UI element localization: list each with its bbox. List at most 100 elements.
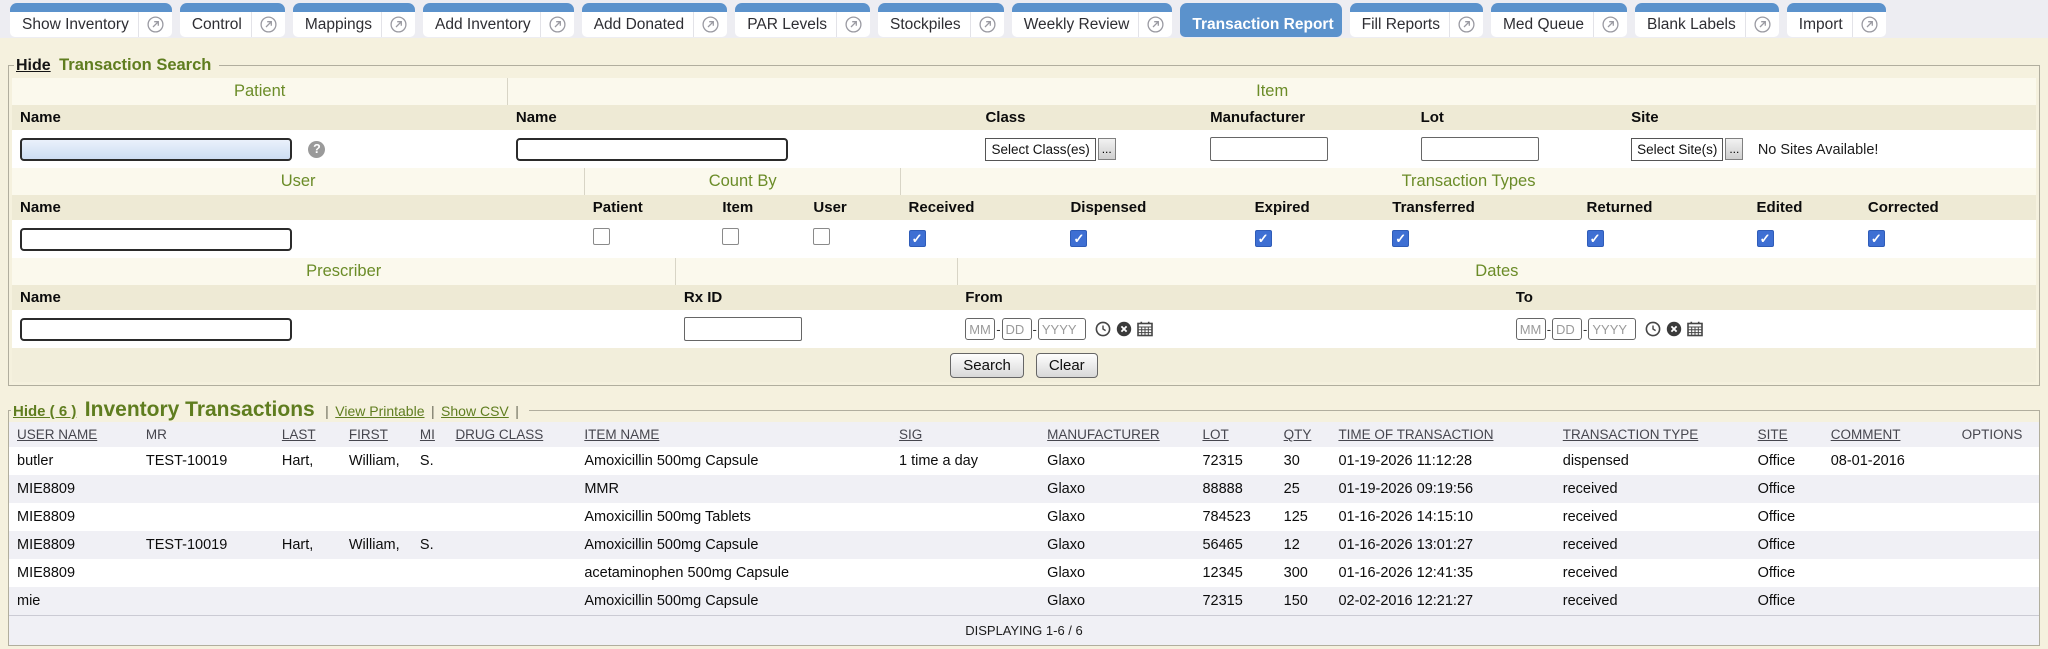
cell-time-of-transaction: 01-16-2026 13:01:27: [1330, 531, 1554, 559]
manufacturer-input[interactable]: [1210, 137, 1328, 161]
column-header[interactable]: FIRST: [349, 427, 388, 442]
external-link-icon[interactable]: [970, 12, 996, 37]
select-sites-button[interactable]: Select Site(s): [1631, 138, 1723, 161]
cell-manufacturer: Glaxo: [1039, 559, 1194, 587]
transaction-type-checkbox[interactable]: [1392, 230, 1409, 247]
tab[interactable]: Add Inventory: [423, 3, 574, 37]
table-row[interactable]: butler TEST-10019 Hart, William, S. Amox…: [9, 447, 2039, 475]
column-header[interactable]: MANUFACTURER: [1047, 427, 1160, 442]
transaction-type-checkbox[interactable]: [1868, 230, 1885, 247]
cell-transaction-type: received: [1555, 531, 1750, 559]
tab[interactable]: Import: [1787, 3, 1886, 37]
transaction-type-checkbox[interactable]: [1587, 230, 1604, 247]
from-time-clock-icon[interactable]: [1095, 321, 1111, 337]
external-link-icon[interactable]: [1745, 12, 1771, 37]
column-header[interactable]: MI: [420, 427, 435, 442]
column-header[interactable]: MR: [146, 427, 167, 442]
table-row[interactable]: MIE8809 acetaminophen 500mg Capsule Glax…: [9, 559, 2039, 587]
external-link-icon[interactable]: [1593, 12, 1619, 37]
external-link-icon[interactable]: [540, 12, 566, 37]
to-clear-date-icon[interactable]: [1666, 321, 1682, 337]
tab[interactable]: Mappings: [293, 3, 415, 37]
from-month-input[interactable]: [965, 318, 995, 340]
help-icon[interactable]: [308, 141, 325, 158]
view-printable-link[interactable]: View Printable: [335, 403, 424, 419]
table-row[interactable]: MIE8809 MMR Glaxo 88888 25 01-19-2026 09…: [9, 475, 2039, 503]
hide-search-link[interactable]: Hide: [16, 57, 51, 74]
tab[interactable]: Blank Labels: [1635, 3, 1779, 37]
transaction-type-option-label: Received: [901, 195, 1063, 220]
tab[interactable]: Fill Reports: [1350, 3, 1483, 37]
site-picker-ellipsis-button[interactable]: ...: [1725, 138, 1743, 160]
transaction-type-checkbox[interactable]: [1757, 230, 1774, 247]
tab-top-accent: [1787, 3, 1886, 12]
cell-last: Hart,: [274, 447, 341, 475]
external-link-icon[interactable]: [138, 12, 164, 37]
to-calendar-icon[interactable]: [1687, 321, 1703, 337]
to-time-clock-icon[interactable]: [1645, 321, 1661, 337]
rx-id-input[interactable]: [684, 317, 802, 341]
count-by-checkbox[interactable]: [593, 228, 610, 245]
cell-transaction-type: received: [1555, 475, 1750, 503]
column-header[interactable]: TRANSACTION TYPE: [1563, 427, 1699, 442]
select-classes-button[interactable]: Select Class(es): [985, 138, 1095, 161]
table-row[interactable]: mie Amoxicillin 500mg Capsule Glaxo 7231…: [9, 587, 2039, 615]
cell-drug-class: [447, 559, 576, 587]
column-header[interactable]: OPTIONS: [1962, 427, 2023, 442]
column-header[interactable]: SITE: [1758, 427, 1788, 442]
tab[interactable]: Control: [180, 3, 285, 37]
tab[interactable]: Show Inventory: [10, 3, 172, 37]
column-header[interactable]: QTY: [1284, 427, 1312, 442]
external-link-icon[interactable]: [1138, 12, 1164, 37]
lot-input[interactable]: [1421, 137, 1539, 161]
tab[interactable]: Med Queue: [1491, 3, 1627, 37]
prescriber-name-input[interactable]: [20, 318, 292, 341]
cell-item-name: Amoxicillin 500mg Tablets: [576, 503, 891, 531]
to-month-input[interactable]: [1516, 318, 1546, 340]
from-calendar-icon[interactable]: [1137, 321, 1153, 337]
cell-qty: 150: [1276, 587, 1331, 615]
item-name-label: Name: [508, 105, 978, 130]
item-name-input[interactable]: [516, 138, 788, 161]
tab[interactable]: Transaction Report: [1180, 3, 1341, 37]
transaction-type-checkbox[interactable]: [1255, 230, 1272, 247]
external-link-icon[interactable]: [693, 12, 719, 37]
date-separator: [1547, 322, 1551, 337]
count-by-checkbox[interactable]: [722, 228, 739, 245]
to-year-input[interactable]: [1588, 318, 1636, 340]
search-button[interactable]: Search: [950, 353, 1024, 378]
tab[interactable]: Add Donated: [582, 3, 728, 37]
tab[interactable]: PAR Levels: [735, 3, 870, 37]
show-csv-link[interactable]: Show CSV: [441, 403, 509, 419]
user-name-input[interactable]: [20, 228, 292, 251]
column-header[interactable]: USER NAME: [17, 427, 97, 442]
from-clear-date-icon[interactable]: [1116, 321, 1132, 337]
external-link-icon[interactable]: [836, 12, 862, 37]
clear-button[interactable]: Clear: [1036, 353, 1098, 378]
column-header[interactable]: ITEM NAME: [584, 427, 659, 442]
to-day-input[interactable]: [1552, 318, 1582, 340]
external-link-icon[interactable]: [251, 12, 277, 37]
transaction-type-checkbox[interactable]: [1070, 230, 1087, 247]
cell-first: [341, 475, 412, 503]
column-header[interactable]: TIME OF TRANSACTION: [1338, 427, 1493, 442]
tab[interactable]: Weekly Review: [1012, 3, 1173, 37]
tab[interactable]: Stockpiles: [878, 3, 1004, 37]
table-row[interactable]: MIE8809 Amoxicillin 500mg Tablets Glaxo …: [9, 503, 2039, 531]
external-link-icon[interactable]: [1449, 12, 1475, 37]
external-link-icon[interactable]: [1852, 12, 1878, 37]
class-picker-ellipsis-button[interactable]: ...: [1098, 138, 1116, 160]
hide-results-link[interactable]: Hide ( 6 ): [13, 403, 76, 420]
table-row[interactable]: MIE8809 TEST-10019 Hart, William, S. Amo…: [9, 531, 2039, 559]
column-header[interactable]: LAST: [282, 427, 316, 442]
column-header[interactable]: COMMENT: [1831, 427, 1901, 442]
transaction-type-checkbox[interactable]: [909, 230, 926, 247]
from-day-input[interactable]: [1002, 318, 1032, 340]
count-by-checkbox[interactable]: [813, 228, 830, 245]
patient-name-input[interactable]: [20, 138, 292, 161]
from-year-input[interactable]: [1038, 318, 1086, 340]
external-link-icon[interactable]: [381, 12, 407, 37]
column-header[interactable]: SIG: [899, 427, 922, 442]
column-header[interactable]: DRUG CLASS: [455, 427, 543, 442]
column-header[interactable]: LOT: [1202, 427, 1228, 442]
